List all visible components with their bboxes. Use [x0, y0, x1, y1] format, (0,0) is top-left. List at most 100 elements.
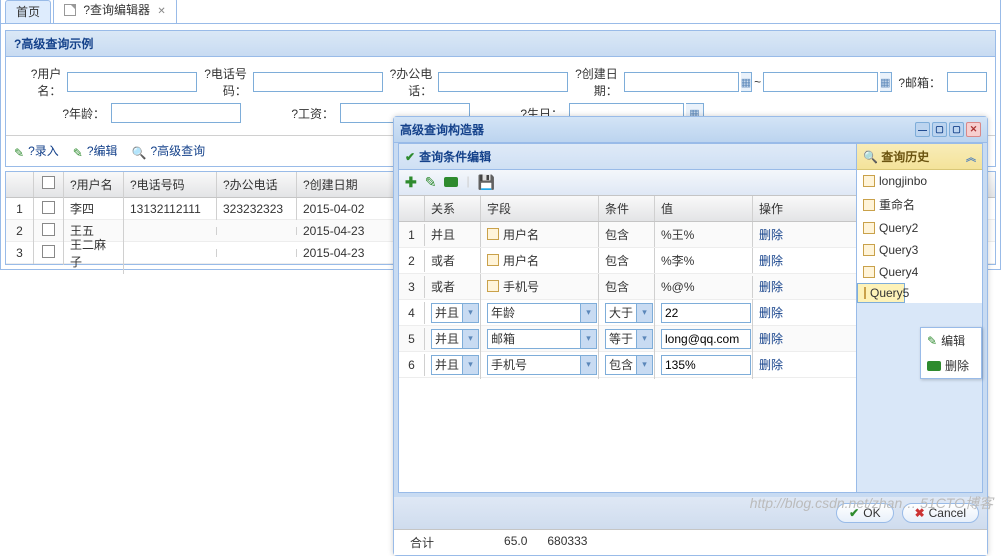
label-user: ?用户名： [14, 65, 65, 99]
collapse-button[interactable]: — [915, 122, 930, 137]
ctx-delete[interactable]: 删除 [921, 353, 981, 378]
pencil-icon: ✎ [14, 146, 24, 160]
save-button[interactable]: 💾 [478, 174, 495, 191]
panel-title: ?高级查询示例 [6, 31, 995, 57]
minimize-button[interactable]: ▢ [932, 122, 947, 137]
user-field[interactable] [67, 72, 197, 92]
page-icon [863, 266, 875, 278]
tab-home[interactable]: 首页 [5, 0, 51, 23]
rel-select[interactable]: 并且▾ [431, 329, 479, 349]
history-title: 查询历史 [881, 148, 929, 165]
cond-row[interactable]: 5 并且▾ 邮箱▾ 等于▾ 删除 [399, 326, 856, 352]
cond-select[interactable]: 包含▾ [605, 355, 653, 375]
cond-row[interactable]: 6 并且▾ 手机号▾ 包含▾ 删除 [399, 352, 856, 378]
calendar-icon[interactable]: ▦ [741, 72, 752, 92]
advanced-button[interactable]: 🔍?高级查询 [132, 142, 206, 160]
window-title: 高级查询构造器 [400, 121, 484, 138]
cond-select[interactable]: 等于▾ [605, 329, 653, 349]
checkbox[interactable] [42, 245, 55, 258]
created-from-field[interactable] [624, 72, 739, 92]
delete-link[interactable]: 删除 [759, 254, 783, 268]
summary-row: 合计 65.0 680333 [394, 529, 987, 555]
chevron-down-icon: ▾ [580, 330, 596, 348]
field-select[interactable]: 邮箱▾ [487, 329, 597, 349]
value-input[interactable] [661, 329, 751, 349]
created-to-field[interactable] [763, 72, 878, 92]
check-icon: ✔ [405, 150, 415, 164]
col-phone[interactable]: ?电话号码 [124, 172, 217, 197]
col-office[interactable]: ?办公电话 [217, 172, 297, 197]
history-item[interactable]: Query4 [857, 261, 982, 283]
delete-icon [927, 361, 941, 371]
context-menu: ✎编辑 删除 [920, 327, 982, 379]
label-email: ?邮箱： [894, 74, 945, 91]
history-item[interactable]: Query2 [857, 217, 982, 239]
cond-row[interactable]: 2或者用户名包含%李%删除 [399, 248, 856, 274]
cancel-icon: ✖ [915, 506, 925, 520]
chevron-up-icon[interactable]: ︽ [966, 149, 976, 164]
cancel-button[interactable]: ✖Cancel [902, 503, 979, 523]
value-input[interactable] [661, 355, 751, 375]
cond-row[interactable]: 1并且用户名包含%王%删除 [399, 222, 856, 248]
close-button[interactable]: ✕ [966, 122, 981, 137]
phone-field[interactable] [253, 72, 383, 92]
tab-editor[interactable]: ?查询编辑器 ✕ [53, 0, 177, 23]
history-item[interactable]: Query5 [857, 283, 905, 303]
pencil-icon: ✎ [73, 146, 83, 160]
cond-row[interactable]: 3或者手机号包含%@%删除 [399, 274, 856, 300]
page-icon [863, 175, 875, 187]
ok-button[interactable]: ✔OK [836, 503, 893, 523]
page-icon [487, 254, 499, 266]
col-rel: 关系 [425, 196, 481, 221]
chevron-down-icon: ▾ [462, 356, 478, 374]
label-phone: ?电话号码： [199, 65, 250, 99]
delete-button[interactable] [444, 174, 458, 191]
input-button[interactable]: ✎?录入 [14, 142, 59, 160]
value-input[interactable] [661, 303, 751, 323]
ctx-edit[interactable]: ✎编辑 [921, 328, 981, 353]
calendar-icon[interactable]: ▦ [880, 72, 891, 92]
add-button[interactable]: ✚ [405, 174, 417, 191]
history-item[interactable]: Query3 [857, 239, 982, 261]
history-item[interactable]: longjinbo [857, 170, 982, 192]
page-icon [487, 228, 499, 240]
magnifier-icon: 🔍 [132, 146, 147, 160]
field-select[interactable]: 手机号▾ [487, 355, 597, 375]
tab-editor-label: ?查询编辑器 [83, 3, 150, 17]
cond-toolbar: ✚ ✎ | 💾 [399, 170, 856, 196]
maximize-button[interactable]: ▢ [949, 122, 964, 137]
builder-window: 高级查询构造器 — ▢ ▢ ✕ ✔查询条件编辑 ✚ ✎ | 💾 关系 字段 条件… [393, 116, 988, 556]
cond-row[interactable]: 4 并且▾ 年龄▾ 大于▾ 删除 [399, 300, 856, 326]
col-user[interactable]: ?用户名 [64, 172, 124, 197]
chevron-down-icon: ▾ [636, 304, 652, 322]
magnifier-icon: 🔍 [863, 150, 878, 164]
chevron-down-icon: ▾ [636, 330, 652, 348]
edit-button[interactable]: ✎?编辑 [73, 142, 118, 160]
page-icon [487, 280, 499, 292]
chevron-down-icon: ▾ [580, 356, 596, 374]
col-op: 操作 [753, 196, 856, 221]
delete-link[interactable]: 删除 [759, 280, 783, 294]
delete-link[interactable]: 删除 [759, 306, 783, 320]
label-office: ?办公电话： [385, 65, 436, 99]
email-field[interactable] [947, 72, 987, 92]
chevron-down-icon: ▾ [462, 304, 478, 322]
check-icon: ✔ [849, 506, 859, 520]
close-icon[interactable]: ✕ [157, 6, 165, 17]
date-sep: ~ [754, 75, 761, 89]
age-field[interactable] [111, 103, 241, 123]
history-item[interactable]: 重命名 [857, 192, 982, 217]
delete-link[interactable]: 删除 [759, 228, 783, 242]
edit-button[interactable]: ✎ [425, 174, 437, 191]
rel-select[interactable]: 并且▾ [431, 355, 479, 375]
rel-select[interactable]: 并且▾ [431, 303, 479, 323]
delete-link[interactable]: 删除 [759, 332, 783, 346]
checkbox[interactable] [42, 201, 55, 214]
field-select[interactable]: 年龄▾ [487, 303, 597, 323]
office-field[interactable] [438, 72, 568, 92]
cond-select[interactable]: 大于▾ [605, 303, 653, 323]
checkbox[interactable] [42, 223, 55, 236]
delete-link[interactable]: 删除 [759, 358, 783, 372]
col-cond: 条件 [599, 196, 655, 221]
checkbox-all[interactable] [42, 176, 55, 189]
